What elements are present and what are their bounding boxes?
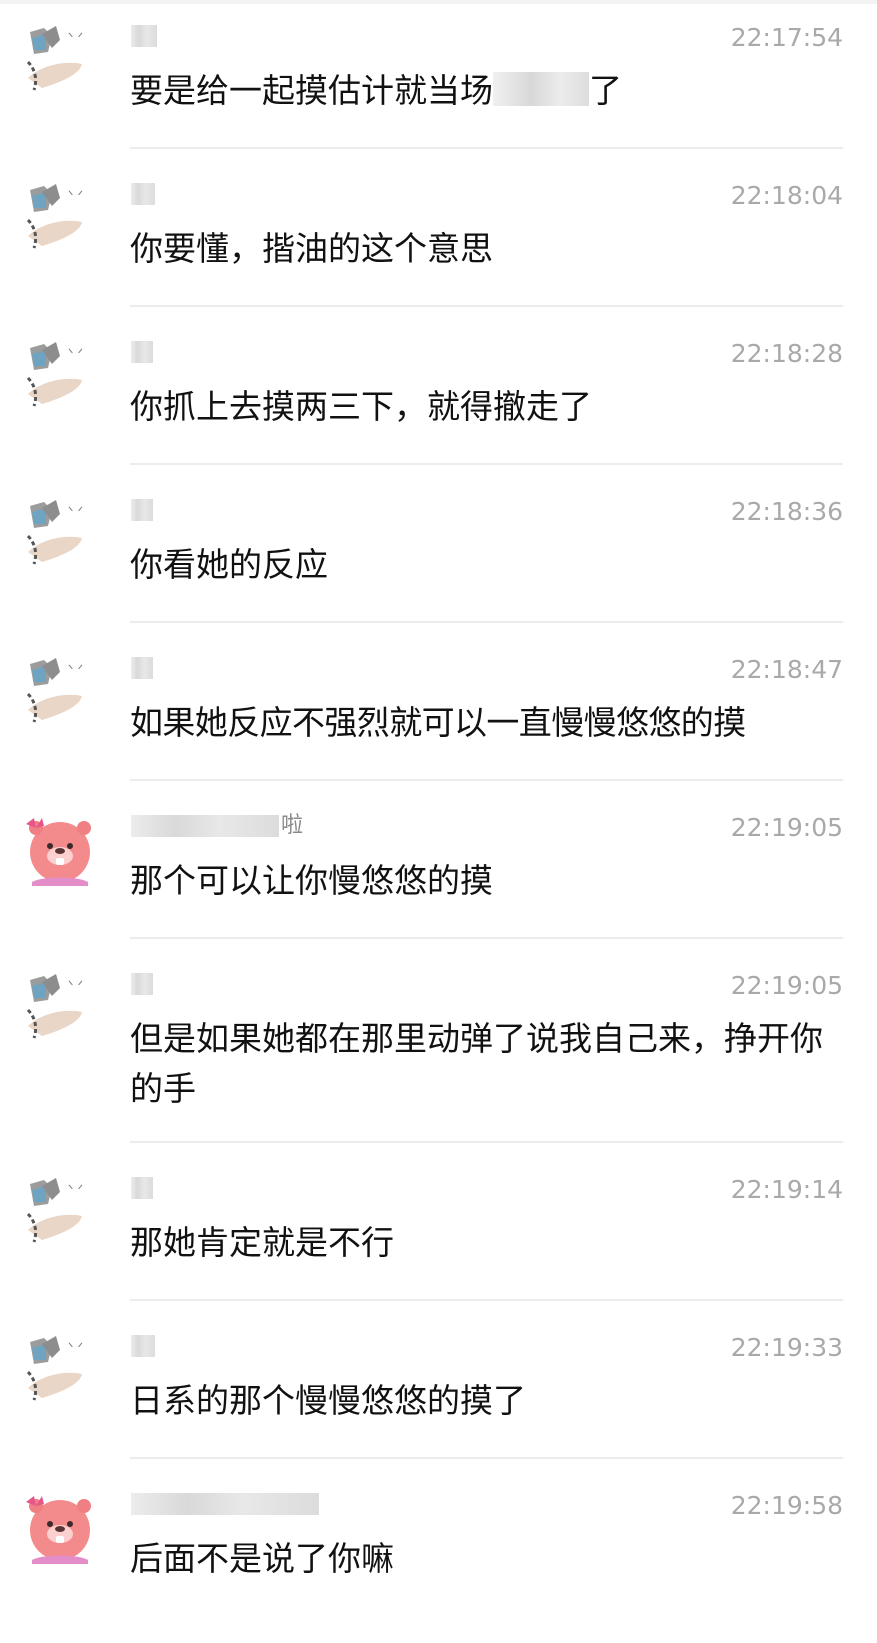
svg-text:ᐠ ᐟ: ᐠ ᐟ (68, 663, 83, 678)
message-timestamp: 22:17:54 (730, 23, 843, 52)
redacted-name (131, 25, 157, 47)
chat-message: ᐠ ᐟ 22:18:47 如果她反应不强烈就可以一直慢慢悠悠的摸 (0, 632, 877, 780)
svg-text:ᐠ ᐟ: ᐠ ᐟ (68, 189, 83, 204)
message-text[interactable]: 那个可以让你慢悠悠的摸 (130, 856, 846, 906)
pink-beaver-avatar[interactable] (22, 810, 98, 886)
redacted-name (131, 973, 153, 995)
redacted-name (131, 815, 279, 837)
redacted-name (131, 1493, 319, 1515)
message-text[interactable]: 日系的那个慢慢悠悠的摸了 (130, 1376, 846, 1426)
cat-hug-sticker-avatar[interactable]: ᐠ ᐟ (22, 178, 98, 254)
svg-text:ᐠ ᐟ: ᐠ ᐟ (68, 979, 83, 994)
chat-message: 啦 22:19:05 那个可以让你慢悠悠的摸 (0, 790, 877, 938)
message-divider (130, 779, 843, 781)
cat-hug-sticker-avatar[interactable]: ᐠ ᐟ (22, 494, 98, 570)
svg-text:ᐠ ᐟ: ᐠ ᐟ (68, 347, 83, 362)
svg-text:ᐠ ᐟ: ᐠ ᐟ (68, 1183, 83, 1198)
message-timestamp: 22:18:04 (730, 181, 843, 210)
sender-name (131, 338, 155, 366)
message-timestamp: 22:18:36 (730, 497, 843, 526)
cat-hug-sticker-avatar[interactable]: ᐠ ᐟ (22, 968, 98, 1044)
redacted-text (493, 72, 589, 106)
message-timestamp: 22:19:05 (730, 971, 843, 1000)
message-text[interactable]: 但是如果她都在那里动弹了说我自己来，挣开你的手 (130, 1014, 846, 1114)
message-divider (130, 147, 843, 149)
sender-name (131, 654, 155, 682)
chat-message: ᐠ ᐟ 22:18:36 你看她的反应 (0, 474, 877, 622)
redacted-name (131, 657, 153, 679)
message-text[interactable]: 那她肯定就是不行 (130, 1218, 846, 1268)
sender-name (131, 496, 155, 524)
message-divider (130, 621, 843, 623)
message-timestamp: 22:18:28 (730, 339, 843, 368)
chat-message: ᐠ ᐟ 22:18:04 你要懂，揩油的这个意思 (0, 158, 877, 306)
cat-hug-sticker-avatar[interactable]: ᐠ ᐟ (22, 1330, 98, 1406)
message-timestamp: 22:19:58 (730, 1491, 843, 1520)
cat-hug-sticker-avatar[interactable]: ᐠ ᐟ (22, 652, 98, 728)
sender-name (131, 22, 159, 50)
chat-message: ᐠ ᐟ 22:19:05 但是如果她都在那里动弹了说我自己来，挣开你的手 (0, 948, 877, 1142)
chat-message: ᐠ ᐟ 22:18:28 你抓上去摸两三下，就得撤走了 (0, 316, 877, 464)
redacted-name (131, 1177, 153, 1199)
cat-hug-sticker-avatar[interactable]: ᐠ ᐟ (22, 1172, 98, 1248)
chat-message: ᐠ ᐟ 22:19:14 那她肯定就是不行 (0, 1152, 877, 1300)
pink-beaver-avatar[interactable] (22, 1488, 98, 1564)
sender-name (131, 1332, 157, 1360)
message-timestamp: 22:19:33 (730, 1333, 843, 1362)
svg-text:ᐠ ᐟ: ᐠ ᐟ (68, 1341, 83, 1356)
sender-name (131, 180, 157, 208)
sender-name (131, 1490, 321, 1518)
message-timestamp: 22:18:47 (730, 655, 843, 684)
cat-hug-sticker-avatar[interactable]: ᐠ ᐟ (22, 336, 98, 412)
message-divider (130, 305, 843, 307)
message-text[interactable]: 如果她反应不强烈就可以一直慢慢悠悠的摸 (130, 698, 846, 748)
message-text[interactable]: 你看她的反应 (130, 540, 846, 590)
message-timestamp: 22:19:05 (730, 813, 843, 842)
chat-message: ᐠ ᐟ 22:17:54 要是给一起摸估计就当场了 (0, 0, 877, 148)
sender-name (131, 1174, 155, 1202)
message-divider (130, 1141, 843, 1143)
cat-hug-sticker-avatar[interactable]: ᐠ ᐟ (22, 20, 98, 96)
sender-name (131, 970, 155, 998)
chat-message: 22:19:58 后面不是说了你嘛 (0, 1468, 877, 1643)
message-text[interactable]: 你要懂，揩油的这个意思 (130, 224, 846, 274)
svg-text:ᐠ ᐟ: ᐠ ᐟ (68, 31, 83, 46)
message-text[interactable]: 后面不是说了你嘛 (130, 1534, 846, 1584)
message-text[interactable]: 你抓上去摸两三下，就得撤走了 (130, 382, 846, 432)
redacted-name (131, 499, 153, 521)
redacted-name (131, 341, 153, 363)
message-divider (130, 937, 843, 939)
message-timestamp: 22:19:14 (730, 1175, 843, 1204)
svg-text:ᐠ ᐟ: ᐠ ᐟ (68, 505, 83, 520)
redacted-name (131, 1335, 155, 1357)
message-text[interactable]: 要是给一起摸估计就当场了 (130, 66, 846, 116)
message-divider (130, 1299, 843, 1301)
message-divider (130, 463, 843, 465)
redacted-name (131, 183, 155, 205)
message-divider (130, 1457, 843, 1459)
sender-name: 啦 (131, 812, 303, 840)
chat-message: ᐠ ᐟ 22:19:33 日系的那个慢慢悠悠的摸了 (0, 1310, 877, 1458)
